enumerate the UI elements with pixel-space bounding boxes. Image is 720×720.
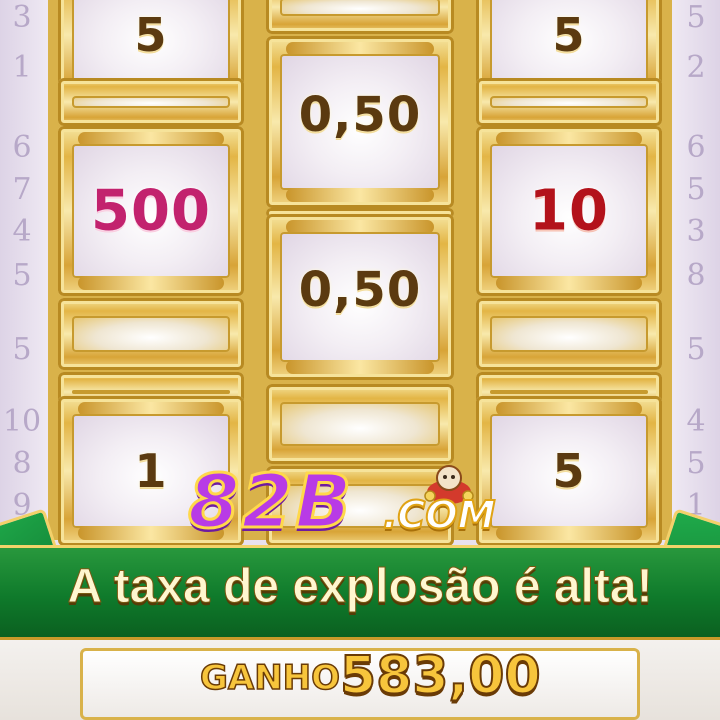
reel-grid: 5 500 1 0,50 0,50 5 10 5	[48, 0, 672, 546]
side-number: 4	[12, 214, 32, 249]
side-number: 6	[686, 130, 706, 165]
side-number: 8	[12, 446, 32, 481]
side-number: 5	[686, 0, 706, 35]
tile-value: 5	[552, 8, 586, 62]
tile-value: 0,50	[298, 87, 422, 144]
multiplier-tile: 0,50	[266, 214, 454, 380]
ornament-tile	[266, 0, 454, 34]
side-number: 8	[686, 258, 706, 293]
side-number: 5	[12, 258, 32, 293]
multiplier-tile: 0,50	[266, 36, 454, 208]
multiplier-tile: 500	[58, 126, 244, 296]
brand-logo: 82B .COM	[186, 459, 538, 545]
side-number: 2	[686, 50, 706, 85]
ornament-tile	[58, 298, 244, 370]
side-number: 5	[12, 332, 32, 367]
tile-value: 10	[529, 178, 609, 244]
side-number: 5	[686, 332, 706, 367]
multiplier-tile: 10	[476, 126, 662, 296]
ornament-tile	[476, 78, 662, 126]
side-number: 4	[686, 404, 706, 439]
banner-text: A taxa de explosão é alta!	[67, 560, 653, 614]
reel-3: 5 10 5	[476, 0, 662, 546]
tile-value: 500	[91, 178, 211, 244]
side-number: 7	[12, 172, 32, 207]
ornament-tile	[58, 78, 244, 126]
win-amount: 583,00	[339, 645, 542, 707]
ornament-tile	[476, 298, 662, 370]
side-number: 5	[686, 172, 706, 207]
tile-value: 0,50	[298, 262, 422, 319]
side-number: 6	[12, 130, 32, 165]
side-number: 3	[12, 0, 32, 35]
side-number: 10	[2, 404, 42, 439]
logo-wordmark: 82B	[186, 459, 354, 545]
win-label: GANHO	[199, 657, 341, 699]
ornament-tile	[266, 384, 454, 464]
logo-domain: .COM	[382, 492, 496, 538]
promo-banner: A taxa de explosão é alta!	[0, 545, 720, 640]
side-number: 5	[686, 446, 706, 481]
tile-value: 5	[134, 8, 168, 62]
side-number: 3	[686, 214, 706, 249]
side-number: 1	[12, 50, 32, 85]
